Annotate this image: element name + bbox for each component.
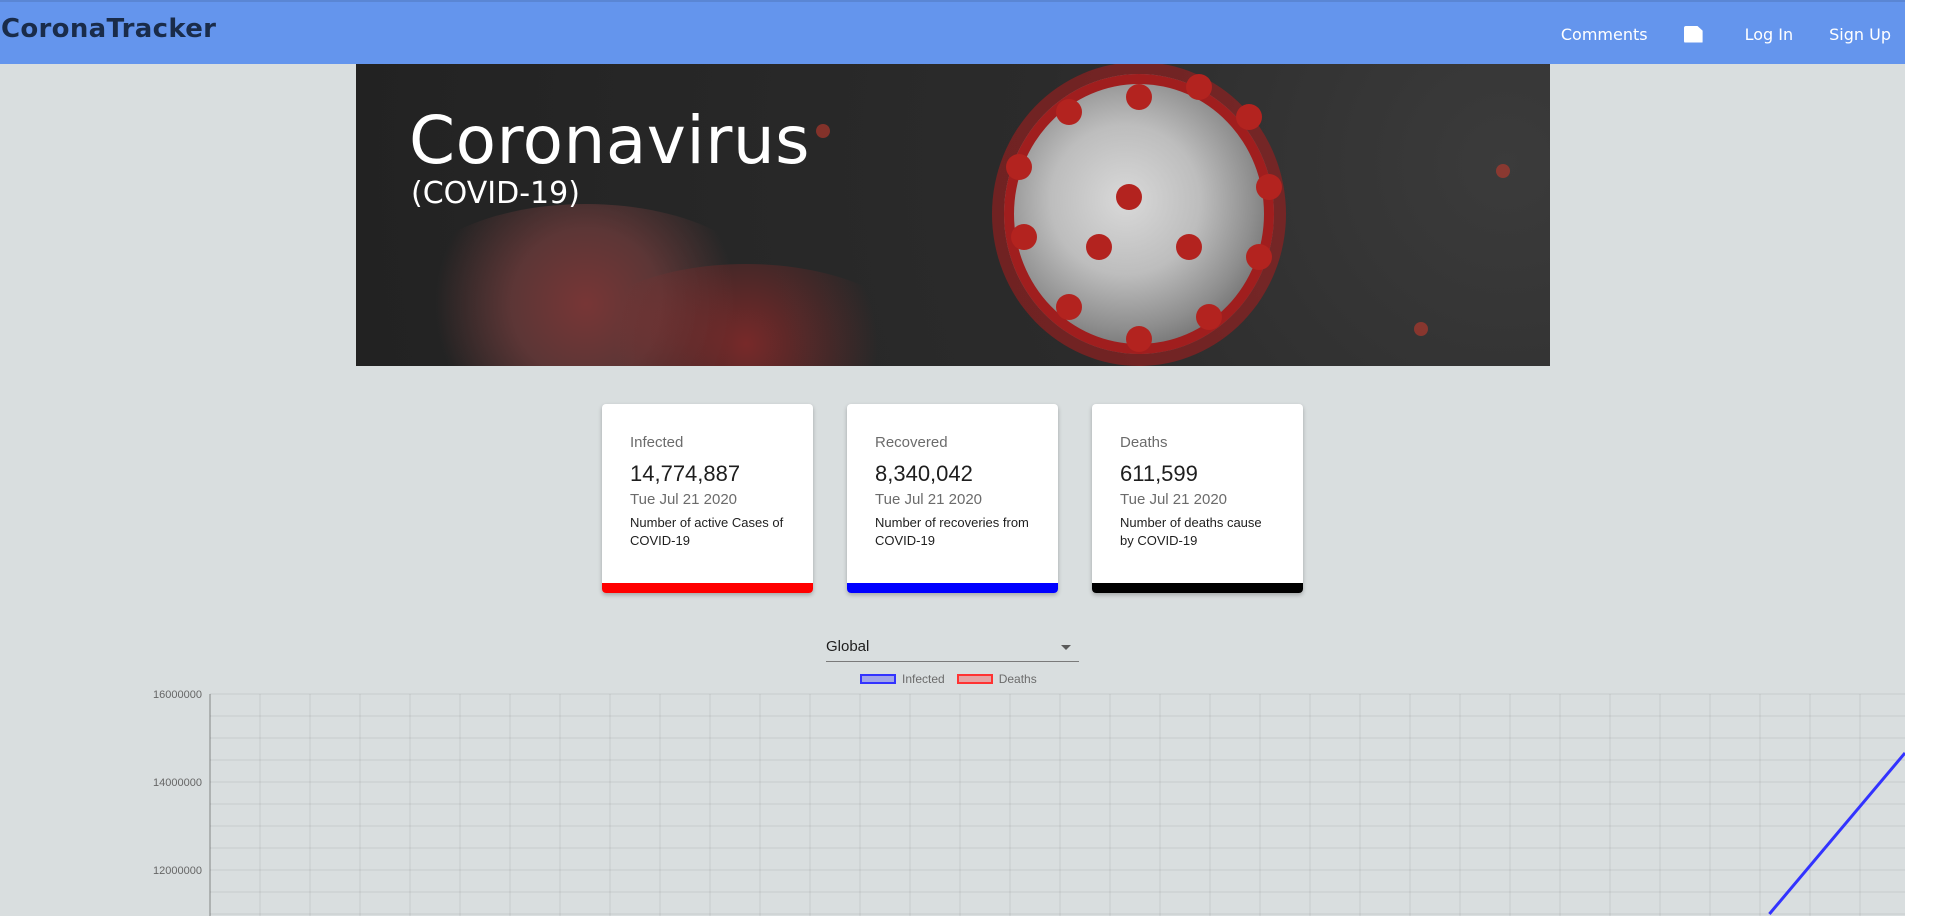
virus-spike [1086, 234, 1112, 260]
card-label: Recovered [875, 434, 948, 451]
virus-spike [1236, 104, 1262, 130]
virus-glow [1414, 322, 1428, 336]
country-select-value: Global [826, 638, 870, 655]
chart-y-tick-label: 16000000 [153, 689, 202, 701]
card-value: 8,340,042 [875, 461, 973, 486]
chart-series-line-infected [1768, 751, 1905, 915]
infected-card: Infected 14,774,887 Tue Jul 21 2020 Numb… [602, 404, 813, 593]
virus-spike [1126, 326, 1152, 352]
hero-subtitle: (COVID-19) [411, 176, 580, 211]
virus-glow [1496, 164, 1510, 178]
card-date: Tue Jul 21 2020 [1120, 491, 1228, 508]
card-description: Number of recoveries from COVID-19 [875, 515, 1029, 548]
card-description: Number of active Cases of COVID-19 [630, 515, 784, 548]
virus-spike [1056, 294, 1082, 320]
card-value: 14,774,887 [630, 461, 741, 486]
chevron-down-icon[interactable] [1061, 645, 1071, 650]
hero-banner: Coronavirus (COVID-19) [356, 64, 1550, 366]
card-color-bar [602, 583, 813, 593]
virus-spike [1186, 74, 1212, 100]
line-chart: 16000000 14000000 12000000 [153, 689, 1905, 916]
virus-spike [1176, 234, 1202, 260]
virus-spike [1056, 99, 1082, 125]
card-label: Deaths [1120, 434, 1168, 451]
hero-title: Coronavirus [409, 102, 811, 179]
virus-glow [816, 124, 830, 138]
card-date: Tue Jul 21 2020 [630, 491, 738, 508]
nav-links: Comments Log In Sign Up [1561, 2, 1905, 66]
card-color-bar [847, 583, 1058, 593]
card-color-bar [1092, 583, 1303, 593]
recovered-card: Recovered 8,340,042 Tue Jul 21 2020 Numb… [847, 404, 1058, 593]
virus-spike [1006, 154, 1032, 180]
top-navbar: CoronaTracker Comments Log In Sign Up [0, 0, 1905, 64]
virus-spike [1011, 224, 1037, 250]
coronavirus-illustration [1004, 74, 1274, 354]
virus-spike [1256, 174, 1282, 200]
comments-link[interactable]: Comments [1561, 25, 1648, 44]
card-label: Infected [630, 434, 684, 451]
country-select[interactable]: Global [826, 634, 1079, 662]
card-value: 611,599 [1120, 461, 1198, 486]
chart-y-tick-label: 14000000 [153, 777, 202, 789]
virus-spike [1126, 84, 1152, 110]
chart-y-tick-label: 12000000 [153, 865, 202, 877]
login-link[interactable]: Log In [1745, 25, 1794, 44]
virus-spike [1246, 244, 1272, 270]
card-description: Number of deaths cause by COVID-19 [1120, 515, 1262, 548]
brand-logo[interactable]: CoronaTracker [1, 14, 216, 44]
virus-spike [1116, 184, 1142, 210]
card-date: Tue Jul 21 2020 [875, 491, 983, 508]
bookmark-icon[interactable] [1683, 25, 1703, 43]
signup-link[interactable]: Sign Up [1829, 25, 1891, 44]
virus-spike [1196, 304, 1222, 330]
deaths-card: Deaths 611,599 Tue Jul 21 2020 Number of… [1092, 404, 1303, 593]
